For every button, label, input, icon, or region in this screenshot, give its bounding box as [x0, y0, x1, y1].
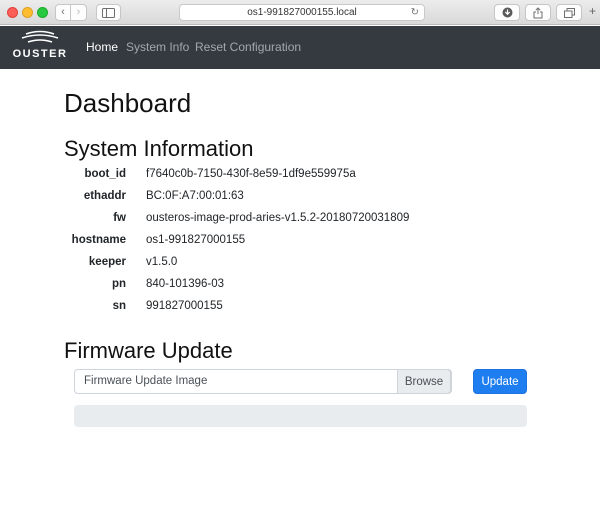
info-key: sn — [112, 300, 126, 312]
update-button[interactable]: Update — [473, 369, 527, 394]
info-value: 840-101396-03 — [146, 278, 225, 290]
show-tabs-button[interactable] — [556, 4, 582, 21]
nav-home[interactable]: Home — [86, 40, 118, 54]
ouster-logo-icon — [21, 30, 59, 43]
sidebar-icon — [102, 7, 115, 18]
firmware-update-heading: Firmware Update — [64, 338, 233, 363]
chevron-right-icon: › — [76, 6, 81, 18]
info-row-boot-id: boot_id f7640c0b-7150-430f-8e59-1df9e559… — [60, 168, 540, 184]
info-value: 991827000155 — [146, 300, 223, 312]
forward-button[interactable]: › — [71, 4, 87, 21]
info-value: ousteros-image-prod-aries-v1.5.2-2018072… — [146, 212, 410, 224]
info-key: ethaddr — [83, 190, 126, 202]
info-key: boot_id — [84, 168, 126, 180]
zoom-window-button[interactable] — [37, 7, 48, 18]
info-row-keeper: keeper v1.5.0 — [60, 256, 540, 272]
nav-reset-configuration[interactable]: Reset Configuration — [195, 40, 301, 54]
download-icon — [502, 7, 512, 18]
firmware-file-input[interactable]: Firmware Update Image Browse — [74, 369, 452, 394]
chevron-left-icon: ‹ — [61, 6, 65, 18]
new-tab-button[interactable]: + — [589, 4, 596, 18]
browse-button[interactable]: Browse — [397, 369, 451, 394]
nav-system-info[interactable]: System Info — [126, 40, 189, 54]
system-info-heading: System Information — [64, 136, 254, 161]
info-value: BC:0F:A7:00:01:63 — [146, 190, 244, 202]
brand-logo[interactable]: OUSTER — [10, 30, 70, 64]
info-key: fw — [113, 212, 126, 224]
page-title: Dashboard — [64, 88, 192, 118]
upload-progress-bar — [74, 405, 527, 427]
info-value: f7640c0b-7150-430f-8e59-1df9e559975a — [146, 168, 356, 180]
browser-toolbar: ‹ › os1-991827000155.local ↻ + — [0, 0, 600, 25]
tabs-icon — [563, 7, 575, 18]
address-bar[interactable]: os1-991827000155.local ↻ — [179, 4, 425, 21]
info-key: pn — [111, 278, 126, 290]
file-input-placeholder: Firmware Update Image — [84, 375, 208, 387]
downloads-button[interactable] — [494, 4, 520, 21]
info-value: v1.5.0 — [146, 256, 178, 268]
share-button[interactable] — [525, 4, 551, 21]
url-text: os1-991827000155.local — [247, 7, 357, 18]
info-value: os1-991827000155 — [146, 234, 246, 246]
sidebar-toggle-button[interactable] — [96, 4, 121, 21]
info-row-sn: sn 991827000155 — [60, 300, 540, 316]
info-row-hostname: hostname os1-991827000155 — [60, 234, 540, 250]
minimize-window-button[interactable] — [22, 7, 33, 18]
info-row-ethaddr: ethaddr BC:0F:A7:00:01:63 — [60, 190, 540, 206]
info-key: keeper — [88, 256, 126, 268]
info-row-fw: fw ousteros-image-prod-aries-v1.5.2-2018… — [60, 212, 540, 228]
share-icon — [533, 6, 543, 18]
close-window-button[interactable] — [7, 7, 18, 18]
info-key: hostname — [71, 234, 126, 246]
info-row-pn: pn 840-101396-03 — [60, 278, 540, 294]
brand-name: OUSTER — [12, 48, 68, 60]
reload-icon[interactable]: ↻ — [411, 5, 419, 20]
top-navbar: OUSTER Home System Info Reset Configurat… — [0, 26, 600, 69]
back-button[interactable]: ‹ — [55, 4, 71, 21]
